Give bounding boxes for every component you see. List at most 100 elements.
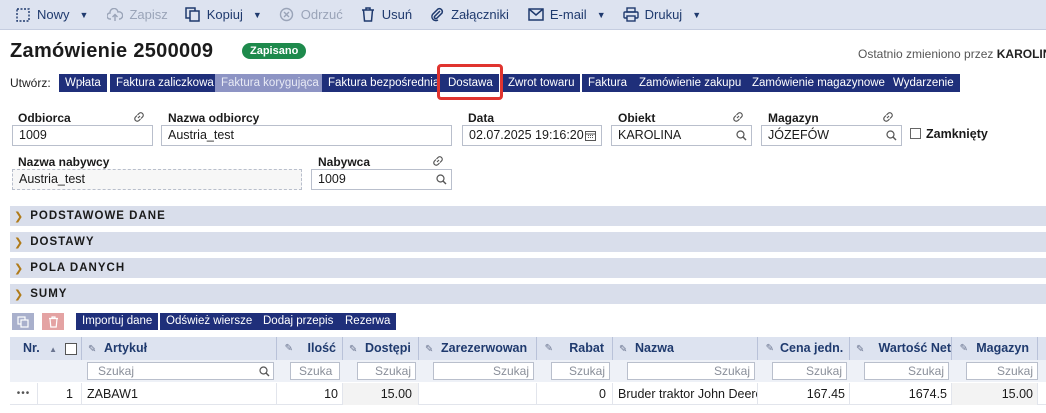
search-unit-price-input[interactable]: Szukaj: [772, 362, 847, 380]
section-title: POLA DANYCH: [30, 262, 126, 274]
chevron-right-icon: ❯: [14, 236, 25, 249]
search-icon[interactable]: [258, 365, 270, 377]
cancel-circle-icon: [278, 6, 296, 24]
buyer-input[interactable]: 1009: [311, 169, 452, 190]
create-purchase-order-button[interactable]: Zamówienie zakupu: [633, 74, 748, 92]
link-icon[interactable]: [133, 111, 145, 123]
last-changed-user: KAROLINA: [996, 47, 1046, 61]
new-button[interactable]: Nowy ▼: [8, 0, 94, 30]
paperclip-icon: [428, 6, 446, 24]
chevron-right-icon: ❯: [14, 210, 25, 223]
pin-icon[interactable]: ✎: [425, 338, 435, 360]
create-event-button[interactable]: Wydarzenie: [887, 74, 960, 92]
section-data-fields[interactable]: ❯ POLA DANYCH: [10, 258, 1046, 278]
email-label: E-mail: [549, 7, 587, 22]
customer-input[interactable]: 1009: [12, 125, 153, 146]
refresh-rows-button[interactable]: Odśwież wiersze: [160, 313, 259, 330]
row-name[interactable]: Bruder traktor John Deere: [613, 383, 758, 405]
reject-button[interactable]: Odrzuć: [272, 0, 349, 30]
pin-icon[interactable]: ✎: [856, 338, 866, 360]
pin-icon[interactable]: ✎: [958, 337, 968, 360]
customer-name-input[interactable]: Austria_test: [161, 125, 452, 146]
delete-rows-button[interactable]: [42, 313, 64, 330]
copy-rows-button[interactable]: [12, 313, 34, 330]
search-icon[interactable]: [885, 129, 897, 141]
column-name[interactable]: ✎ Nazwa: [613, 337, 758, 360]
create-advance-invoice-button[interactable]: Faktura zaliczkowa: [110, 74, 220, 92]
create-direct-invoice-button[interactable]: Faktura bezpośrednia: [322, 74, 446, 92]
column-quantity[interactable]: ✎ Ilość: [277, 337, 343, 360]
search-icon[interactable]: [435, 173, 447, 185]
search-article-input[interactable]: Szukaj: [87, 362, 274, 380]
column-available[interactable]: ✎ Dostępi: [343, 337, 419, 360]
column-label: Zarezerwowan: [441, 341, 528, 355]
search-quantity-input[interactable]: Szuka: [290, 362, 340, 380]
row-discount[interactable]: 0: [537, 383, 613, 405]
row-menu-icon[interactable]: •••: [10, 383, 38, 405]
create-invoice-button[interactable]: Faktura: [582, 74, 633, 92]
row-reserved[interactable]: [419, 383, 537, 405]
search-net-value-input[interactable]: Szukaj: [864, 362, 949, 380]
calendar-icon[interactable]: [584, 129, 596, 141]
delete-button[interactable]: Usuń: [353, 0, 418, 30]
import-data-button[interactable]: Importuj dane: [76, 313, 159, 330]
row-article[interactable]: ZABAW1: [82, 383, 277, 405]
closed-checkbox[interactable]: [910, 128, 921, 139]
attachments-button[interactable]: Załączniki: [422, 0, 515, 30]
date-input[interactable]: 02.07.2025 19:16:20: [462, 125, 602, 146]
column-nr[interactable]: Nr. ▲: [10, 337, 82, 360]
envelope-icon: [527, 6, 545, 24]
column-unit-price[interactable]: ✎ Cena jedn.: [758, 337, 850, 360]
search-icon[interactable]: [735, 129, 747, 141]
object-input[interactable]: KAROLINA: [611, 125, 752, 146]
search-discount-input[interactable]: Szukaj: [551, 362, 610, 380]
link-icon[interactable]: [432, 155, 444, 167]
search-available-input[interactable]: Szukaj: [357, 362, 416, 380]
link-icon[interactable]: [732, 111, 744, 123]
search-name-input[interactable]: Szukaj: [627, 362, 755, 380]
print-button[interactable]: Drukuj ▼: [616, 0, 708, 30]
pin-icon[interactable]: ✎: [283, 337, 293, 360]
section-basic-data[interactable]: ❯ PODSTAWOWE DANE: [10, 206, 1046, 226]
email-button[interactable]: E-mail ▼: [521, 0, 612, 30]
create-return-button[interactable]: Zwrot towaru: [502, 74, 581, 92]
column-net-value[interactable]: ✎ Wartość Net: [850, 337, 952, 360]
create-warehouse-order-button[interactable]: Zamówienie magazynowe: [746, 74, 891, 92]
pin-icon[interactable]: ✎: [543, 337, 553, 360]
toolbar: Nowy ▼ Zapisz Kopiuj ▼ Odrzuć Usuń Załąc…: [0, 0, 1046, 30]
pin-icon[interactable]: ✎: [88, 338, 98, 360]
sort-icon[interactable]: ▲: [49, 345, 57, 354]
column-warehouse[interactable]: ✎ Magazyn: [952, 337, 1038, 360]
copy-button[interactable]: Kopiuj ▼: [178, 0, 268, 30]
chevron-down-icon[interactable]: ▼: [692, 10, 701, 20]
column-label: Artykuł: [104, 341, 148, 355]
create-correction-invoice-button[interactable]: Faktura korygująca: [215, 74, 325, 92]
save-button[interactable]: Zapisz: [100, 0, 173, 30]
pin-icon[interactable]: ✎: [619, 338, 629, 360]
link-icon[interactable]: [882, 111, 894, 123]
chevron-down-icon[interactable]: ▼: [597, 10, 606, 20]
pin-icon[interactable]: ✎: [349, 338, 359, 360]
column-discount[interactable]: ✎ Rabat: [537, 337, 613, 360]
chevron-down-icon[interactable]: ▼: [253, 10, 262, 20]
column-article[interactable]: ✎ Artykuł: [82, 337, 277, 360]
row-available: 15.00: [343, 383, 419, 405]
pin-icon[interactable]: ✎: [764, 337, 774, 360]
status-badge: Zapisano: [242, 43, 307, 59]
select-all-checkbox[interactable]: [64, 342, 77, 355]
search-reserved-input[interactable]: Szukaj: [433, 362, 534, 380]
row-unit-price[interactable]: 167.45: [758, 383, 850, 405]
reserve-button[interactable]: Rezerwa: [339, 313, 397, 330]
row-net-value[interactable]: 1674.5: [850, 383, 952, 405]
create-payment-button[interactable]: Wpłata: [59, 74, 107, 92]
section-sums[interactable]: ❯ SUMY: [10, 284, 1046, 304]
search-warehouse-input[interactable]: Szukaj: [966, 362, 1038, 380]
chevron-down-icon[interactable]: ▼: [80, 10, 89, 20]
row-quantity[interactable]: 10: [277, 383, 343, 405]
warehouse-input[interactable]: JÓZEFÓW: [761, 125, 902, 146]
section-deliveries[interactable]: ❯ DOSTAWY: [10, 232, 1046, 252]
column-label: Magazyn: [976, 341, 1029, 355]
buyer-label: Nabywca: [318, 155, 371, 169]
column-reserved[interactable]: ✎ Zarezerwowan: [419, 337, 537, 360]
add-recipe-button[interactable]: Dodaj przepis: [257, 313, 340, 330]
